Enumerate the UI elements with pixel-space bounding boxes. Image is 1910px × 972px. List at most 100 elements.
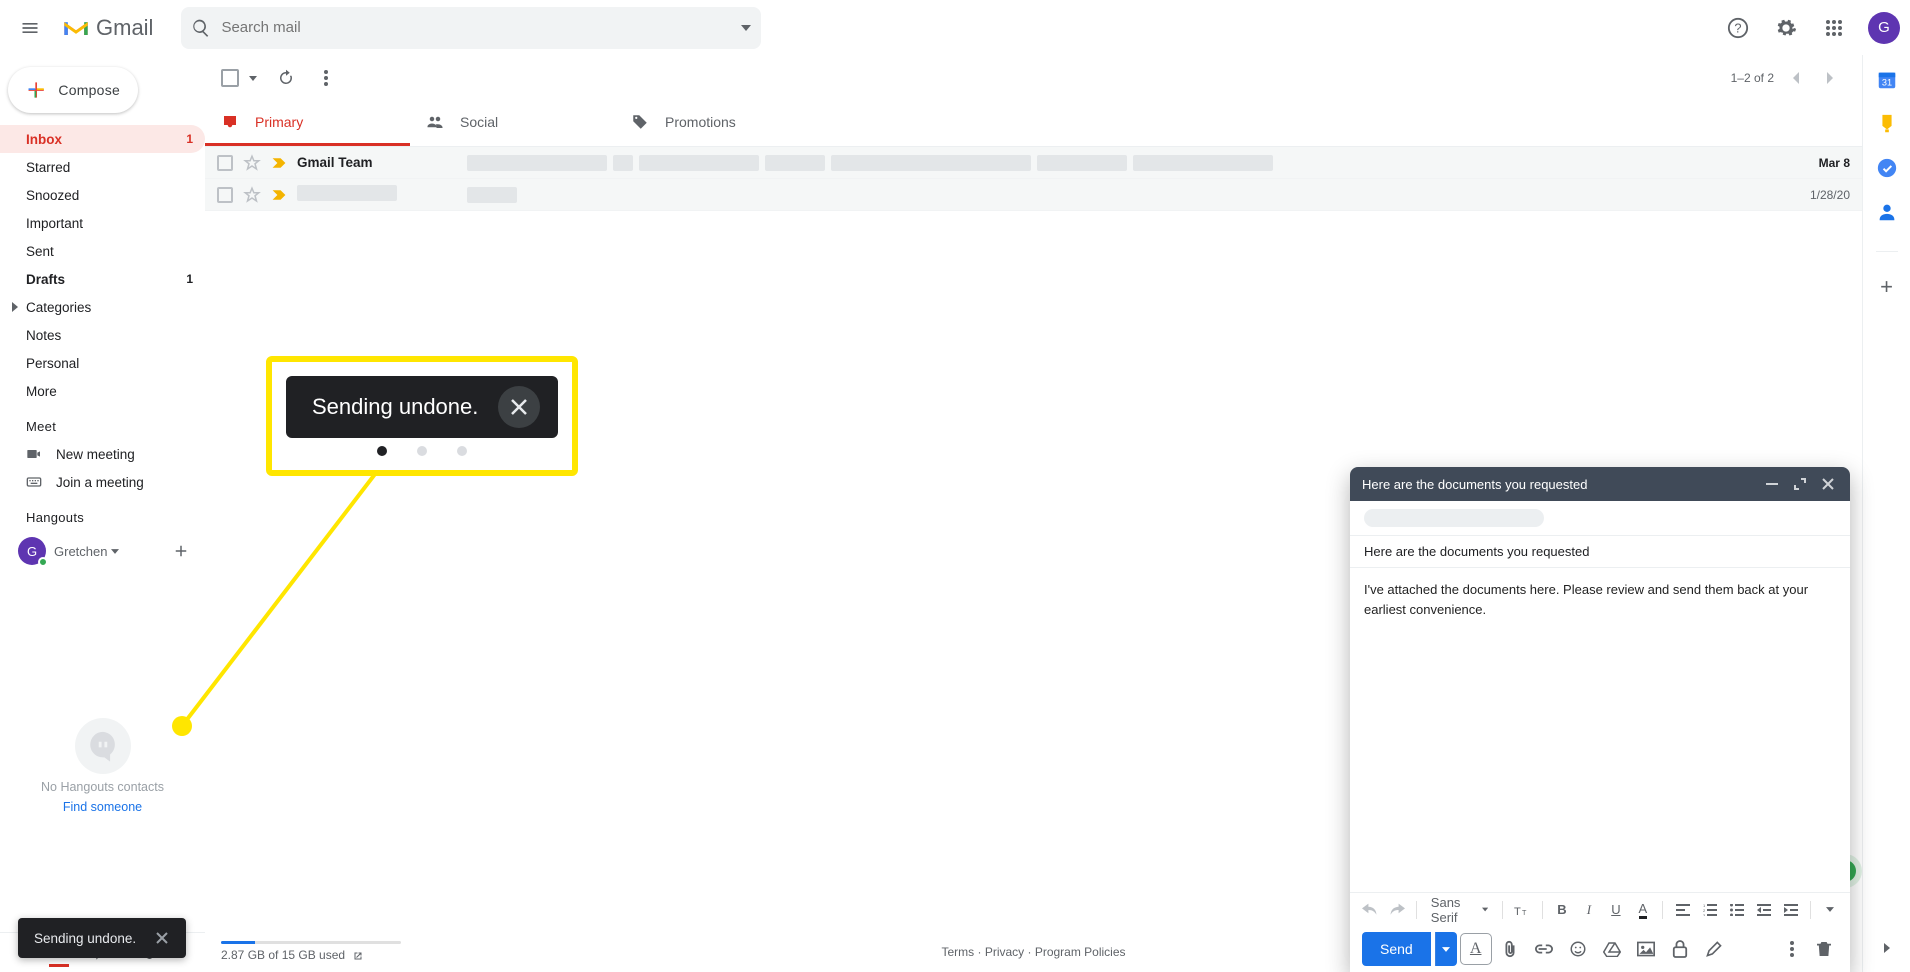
compose-minimize-button[interactable] (1762, 474, 1782, 494)
numbered-list-button[interactable]: 123 (1700, 898, 1719, 922)
indent-more-button[interactable] (1781, 898, 1800, 922)
compose-titlebar[interactable]: Here are the documents you requested (1350, 467, 1850, 501)
insert-photo-button[interactable] (1631, 934, 1661, 964)
annotation-close-button[interactable] (498, 386, 540, 428)
meet-join-meeting[interactable]: Join a meeting (0, 468, 205, 496)
indent-less-button[interactable] (1754, 898, 1773, 922)
search-bar[interactable] (181, 7, 761, 49)
discard-draft-button[interactable] (1810, 935, 1838, 963)
footer-terms[interactable]: Terms (941, 945, 974, 959)
insert-emoji-button[interactable] (1563, 934, 1593, 964)
insert-link-button[interactable] (1529, 934, 1559, 964)
bullet-list-button[interactable] (1727, 898, 1746, 922)
importance-marker-icon[interactable] (271, 156, 287, 170)
message-row[interactable]: Gmail Team Mar 8 (205, 147, 1862, 179)
attach-file-button[interactable] (1495, 934, 1525, 964)
redo-button[interactable] (1387, 898, 1406, 922)
more-formatting-button[interactable] (1821, 898, 1840, 922)
keep-icon[interactable] (1876, 113, 1898, 135)
storage-text: 2.87 GB of 15 GB used (221, 948, 345, 962)
sidebar-item-notes[interactable]: Notes (0, 321, 205, 349)
row-checkbox[interactable] (217, 187, 233, 203)
star-icon[interactable] (243, 154, 261, 172)
link-icon (1535, 944, 1553, 954)
chevron-down-icon[interactable] (111, 549, 119, 554)
insert-signature-button[interactable] (1699, 934, 1729, 964)
row-checkbox[interactable] (217, 155, 233, 171)
account-avatar[interactable]: G (1868, 12, 1900, 44)
sidebar-item-categories[interactable]: Categories (0, 293, 205, 321)
next-page-button[interactable] (1816, 63, 1846, 93)
hangouts-find-someone[interactable]: Find someone (63, 800, 142, 814)
underline-button[interactable]: U (1606, 898, 1625, 922)
send-options-button[interactable] (1435, 932, 1457, 966)
tab-promotions[interactable]: Promotions (615, 101, 820, 146)
text-color-button[interactable]: A (1633, 898, 1652, 922)
undo-button[interactable] (1360, 898, 1379, 922)
hangouts-empty-state: No Hangouts contacts Find someone (0, 565, 205, 926)
font-family-select[interactable]: Sans Serif (1427, 895, 1492, 925)
sidebar-item-important[interactable]: Important (0, 209, 205, 237)
hangouts-new-button[interactable] (167, 537, 195, 565)
contacts-icon[interactable] (1876, 201, 1898, 223)
open-in-new-icon[interactable] (352, 950, 364, 962)
star-icon[interactable] (243, 186, 261, 204)
prev-page-button[interactable] (1780, 63, 1810, 93)
sidebar-item-starred[interactable]: Starred (0, 153, 205, 181)
addons-button[interactable]: + (1880, 274, 1893, 300)
recipient-chip[interactable] (1364, 509, 1544, 527)
refresh-button[interactable] (269, 61, 303, 95)
search-options-icon[interactable] (741, 25, 751, 31)
main-menu-button[interactable] (10, 8, 50, 48)
font-size-button[interactable]: TT (1513, 898, 1532, 922)
insert-drive-button[interactable] (1597, 934, 1627, 964)
compose-button[interactable]: Compose (8, 67, 138, 113)
search-input[interactable] (221, 19, 731, 36)
italic-button[interactable]: I (1579, 898, 1598, 922)
footer-program[interactable]: Program Policies (1035, 945, 1126, 959)
support-button[interactable]: ? (1718, 8, 1758, 48)
sidebar-item-personal[interactable]: Personal (0, 349, 205, 377)
select-all-checkbox[interactable] (221, 69, 239, 87)
calendar-icon[interactable]: 31 (1876, 69, 1898, 91)
compose-fullscreen-button[interactable] (1790, 474, 1810, 494)
toast-close-button[interactable] (150, 926, 174, 950)
confidential-mode-button[interactable] (1665, 934, 1695, 964)
sidebar-item-inbox[interactable]: Inbox 1 (0, 125, 205, 153)
sidebar-item-more[interactable]: More (0, 377, 205, 405)
meet-new-meeting[interactable]: New meeting (0, 440, 205, 468)
apps-button[interactable] (1814, 8, 1854, 48)
tasks-icon[interactable] (1876, 157, 1898, 179)
tab-label: Promotions (665, 114, 736, 130)
settings-button[interactable] (1766, 8, 1806, 48)
sidebar-item-snoozed[interactable]: Snoozed (0, 181, 205, 209)
tab-social[interactable]: Social (410, 101, 615, 146)
hangouts-self-row[interactable]: G Gretchen (0, 531, 205, 565)
message-row[interactable]: 1/28/20 (205, 179, 1862, 211)
meet-item-label: Join a meeting (56, 475, 144, 490)
more-actions-button[interactable] (309, 61, 343, 95)
footer-privacy[interactable]: Privacy (985, 945, 1024, 959)
importance-marker-icon[interactable] (271, 188, 287, 202)
compose-recipients[interactable] (1350, 501, 1850, 536)
sidebar-item-sent[interactable]: Sent (0, 237, 205, 265)
compose-body[interactable]: I've attached the documents here. Please… (1350, 568, 1850, 892)
pager-dot[interactable] (417, 446, 427, 456)
pager-dot[interactable] (457, 446, 467, 456)
bold-button[interactable]: B (1552, 898, 1571, 922)
compose-subject[interactable]: Here are the documents you requested (1350, 536, 1850, 568)
indent-less-icon (1757, 904, 1771, 916)
compose-close-button[interactable] (1818, 474, 1838, 494)
drafts-count: 1 (186, 272, 193, 286)
compose-more-options[interactable] (1778, 935, 1806, 963)
align-button[interactable] (1673, 898, 1692, 922)
sidebar-item-drafts[interactable]: Drafts 1 (0, 265, 205, 293)
send-button[interactable]: Send (1362, 932, 1431, 966)
collapse-sidepanel-button[interactable] (1871, 932, 1903, 964)
page-count: 1–2 of 2 (1731, 71, 1774, 85)
tab-primary[interactable]: Primary (205, 101, 410, 146)
formatting-toggle[interactable]: A (1461, 934, 1491, 964)
gmail-logo[interactable]: Gmail (58, 8, 165, 48)
select-dropdown[interactable] (249, 76, 257, 81)
pager-dot[interactable] (377, 446, 387, 456)
